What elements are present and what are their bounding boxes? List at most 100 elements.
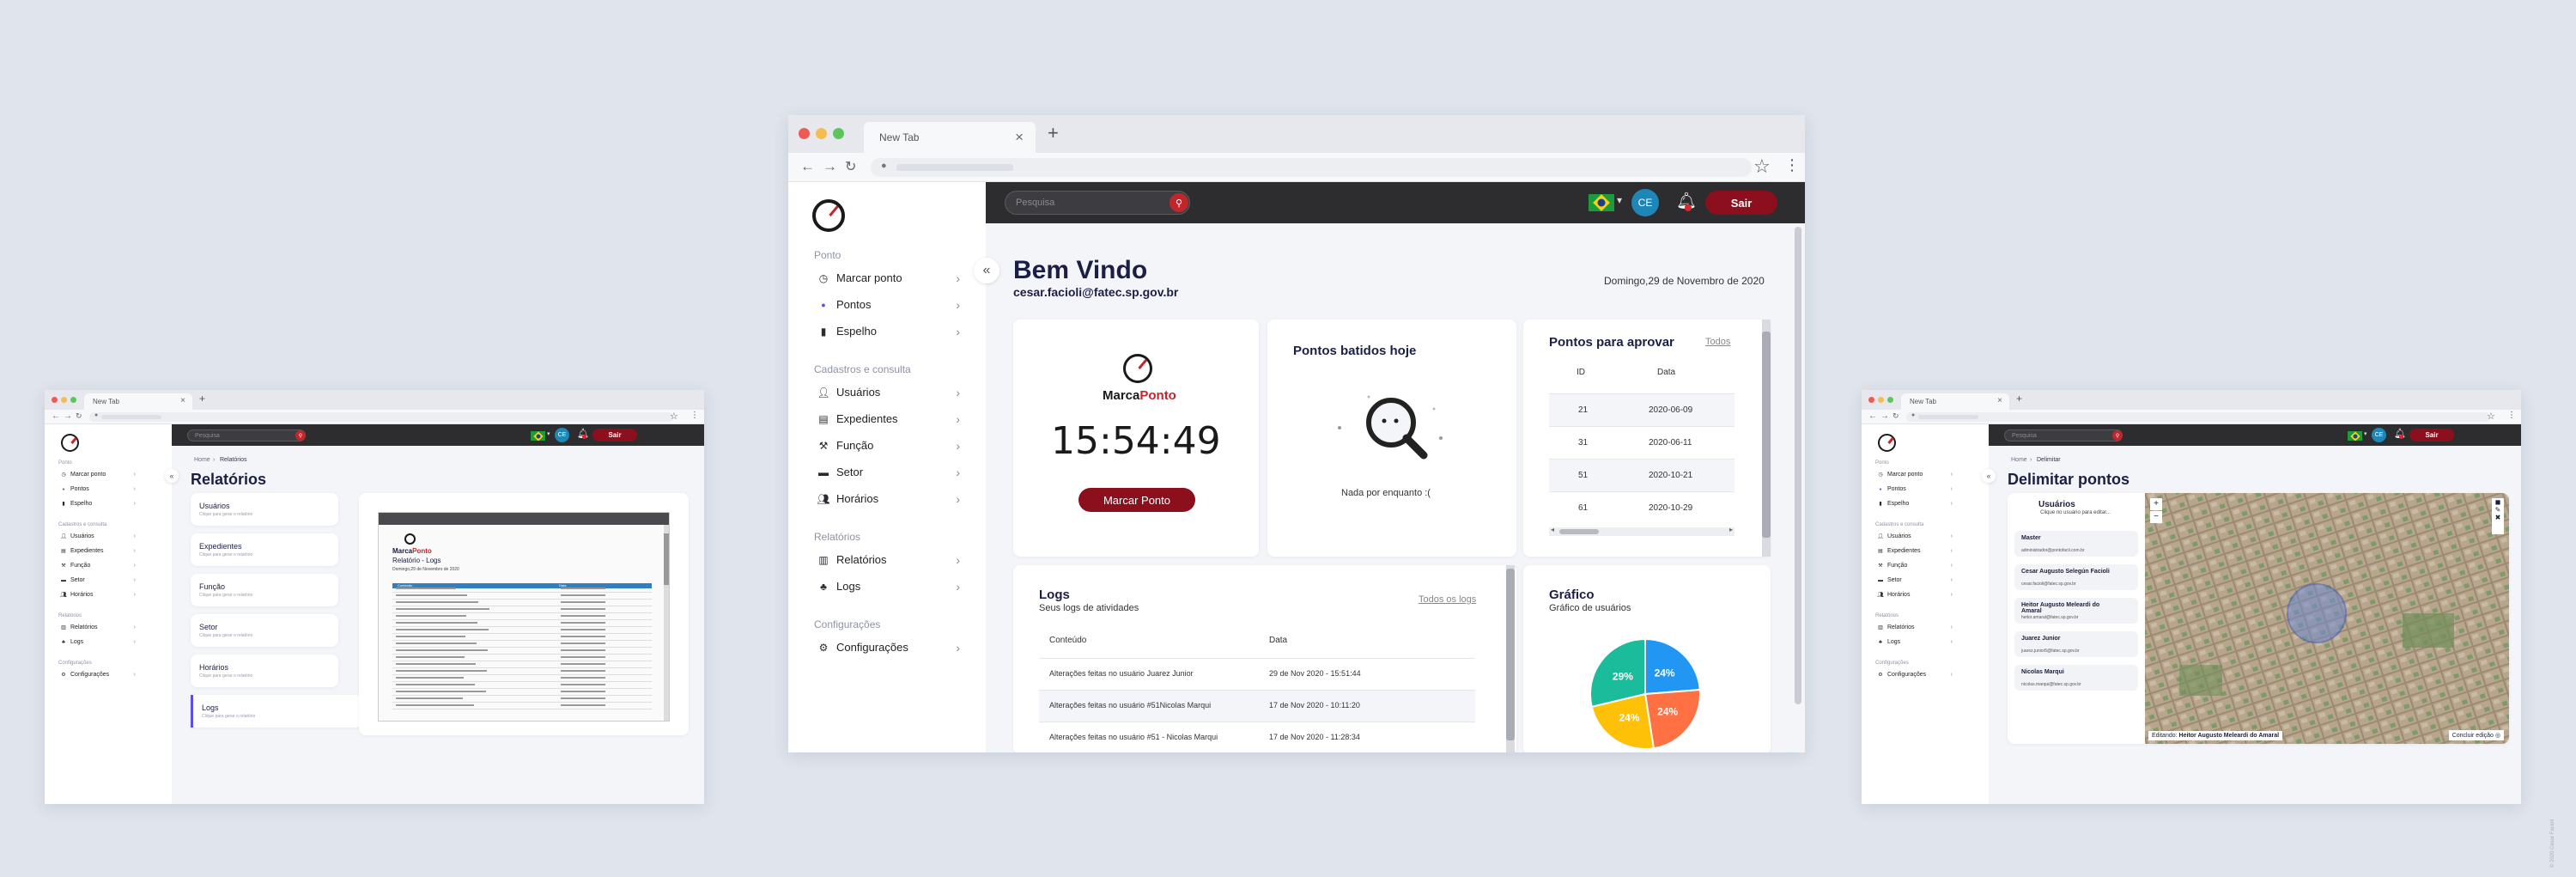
user-list-item[interactable]: Nicolas Marqui nicolas.marqui@fatec.sp.go…: [2014, 665, 2138, 691]
breadcrumb-home[interactable]: Home: [2011, 457, 2027, 463]
user-avatar[interactable]: CE: [2372, 428, 2386, 442]
logout-button[interactable]: Sair: [2409, 429, 2454, 442]
bell-icon[interactable]: 🔔︎: [2394, 428, 2406, 439]
report-item-setor[interactable]: Setor Clique para gerar o relatório: [191, 614, 338, 647]
bookmark-star-icon[interactable]: ☆: [2487, 411, 2495, 422]
breadcrumb-home[interactable]: Home: [194, 457, 210, 463]
report-item-logs[interactable]: Logs Clique para gerar o relatório: [191, 695, 362, 728]
report-item-expedientes[interactable]: Expedientes Clique para gerar o relatório: [191, 533, 338, 566]
sidebar-item-configuraes[interactable]: ⚙ Configurações ›: [1875, 672, 1953, 678]
app-logo-icon[interactable]: [1878, 434, 1896, 452]
sidebar-item-horrios[interactable]: 👥︎ Horários ›: [1875, 592, 1953, 598]
address-bar[interactable]: ●: [89, 412, 673, 422]
mark-point-button[interactable]: Marcar Ponto: [1078, 488, 1195, 512]
address-bar[interactable]: ●: [1906, 412, 2490, 422]
logout-button[interactable]: Sair: [592, 429, 637, 442]
browser-tab[interactable]: New Tab ×: [84, 393, 192, 410]
sidebar-item-pontos[interactable]: ● Pontos ›: [58, 486, 136, 492]
close-window-button[interactable]: [1868, 397, 1874, 403]
sidebar-item-espelho[interactable]: ▮ Espelho ›: [58, 501, 136, 507]
maximize-window-button[interactable]: [1887, 397, 1893, 403]
report-item-horrios[interactable]: Horários Clique para gerar o relatório: [191, 655, 338, 687]
logs-v-scrollbar[interactable]: [1506, 565, 1515, 752]
sidebar-item-funo[interactable]: ⚒ Função ›: [1875, 563, 1953, 569]
new-tab-button[interactable]: +: [2016, 393, 2022, 405]
app-logo-icon[interactable]: [812, 199, 845, 232]
reload-icon[interactable]: ↻: [1893, 411, 1899, 421]
logs-all-link[interactable]: Todos os logs: [1419, 594, 1476, 605]
collapse-sidebar-button[interactable]: «: [165, 469, 179, 483]
preview-scrollbar[interactable]: [664, 525, 669, 721]
search-button[interactable]: ⚲: [295, 430, 306, 441]
minimize-window-button[interactable]: [61, 397, 67, 403]
brazil-flag-icon[interactable]: [2348, 431, 2362, 441]
report-item-usurios[interactable]: Usuários Clique para gerar o relatório: [191, 493, 338, 526]
sidebar-item-relatrios[interactable]: ▥ Relatórios ›: [58, 624, 136, 630]
user-list-item[interactable]: Heitor Augusto Meleardi do Amaral heitor.…: [2014, 598, 2138, 624]
approve-table-row[interactable]: 31 2020-06-11: [1549, 426, 1735, 459]
close-tab-icon[interactable]: ×: [1997, 396, 2002, 405]
sidebar-item-usurios[interactable]: 👤︎ Usuários ›: [58, 533, 136, 539]
bell-icon[interactable]: 🔔︎: [1676, 191, 1697, 211]
sidebar-item-marcarponto[interactable]: ◷ Marcar ponto ›: [58, 472, 136, 478]
forward-icon[interactable]: →: [64, 411, 72, 421]
close-window-button[interactable]: [799, 128, 810, 139]
report-item-funo[interactable]: Função Clique para gerar o relatório: [191, 574, 338, 606]
search-input[interactable]: Pesquisa: [187, 429, 306, 442]
user-avatar[interactable]: CE: [555, 428, 569, 442]
sidebar-item-setor[interactable]: ▬ Setor ›: [58, 577, 136, 583]
brazil-flag-icon[interactable]: [1589, 194, 1614, 211]
sidebar-item-logs[interactable]: ♣ Logs ›: [814, 580, 960, 594]
sidebar-item-configuraes[interactable]: ⚙ Configurações ›: [814, 641, 960, 655]
sidebar-item-horrios[interactable]: 👥︎ Horários ›: [814, 492, 960, 506]
sidebar-item-configuraes[interactable]: ⚙ Configurações ›: [58, 672, 136, 678]
sidebar-item-funo[interactable]: ⚒ Função ›: [58, 563, 136, 569]
address-bar[interactable]: ●: [871, 158, 1752, 177]
sidebar-item-marcarponto[interactable]: ◷ Marcar ponto ›: [1875, 472, 1953, 478]
browser-menu-icon[interactable]: ⋮: [690, 411, 699, 420]
sidebar-item-espelho[interactable]: ▮ Espelho ›: [814, 325, 960, 338]
close-tab-icon[interactable]: ×: [1015, 129, 1024, 146]
draw-polygon-icon[interactable]: ◼: [2492, 498, 2504, 506]
finish-edit-button[interactable]: Concluir edição ◎: [2448, 730, 2504, 740]
main-scrollbar[interactable]: [1795, 227, 1801, 704]
approve-table-row[interactable]: 21 2020-06-09: [1549, 393, 1735, 426]
back-icon[interactable]: ←: [800, 158, 815, 175]
browser-tab[interactable]: New Tab ×: [1901, 393, 2009, 410]
logout-button[interactable]: Sair: [1705, 191, 1777, 215]
user-list-item[interactable]: Cesar Augusto Selegún Facioli cesar.facio…: [2014, 564, 2138, 590]
search-button[interactable]: ⚲: [2112, 430, 2123, 441]
chevron-down-icon[interactable]: ▾: [1617, 194, 1622, 206]
collapse-sidebar-button[interactable]: «: [974, 258, 999, 283]
sidebar-item-relatrios[interactable]: ▥ Relatórios ›: [814, 553, 960, 567]
sidebar-item-usurios[interactable]: 👤︎ Usuários ›: [1875, 533, 1953, 539]
map-zoom-in-button[interactable]: +: [2150, 498, 2162, 510]
minimize-window-button[interactable]: [816, 128, 827, 139]
sidebar-item-expedientes[interactable]: ▤ Expedientes ›: [814, 412, 960, 426]
sidebar-item-expedientes[interactable]: ▤ Expedientes ›: [1875, 548, 1953, 554]
map-tool-buttons[interactable]: ◼ ✎ ✖: [2492, 498, 2504, 534]
search-input[interactable]: Pesquisa: [2004, 429, 2123, 442]
map-zoom-out-button[interactable]: −: [2150, 511, 2162, 523]
bell-icon[interactable]: 🔔︎: [577, 428, 589, 439]
search-button[interactable]: ⚲: [1170, 193, 1188, 212]
collapse-sidebar-button[interactable]: «: [1982, 469, 1996, 483]
chevron-down-icon[interactable]: ▾: [547, 430, 550, 437]
approve-table-row[interactable]: 61 2020-10-29: [1549, 491, 1735, 524]
close-tab-icon[interactable]: ×: [180, 396, 185, 405]
sidebar-item-pontos[interactable]: ● Pontos ›: [814, 298, 960, 312]
sidebar-item-setor[interactable]: ▬ Setor ›: [814, 466, 960, 479]
sidebar-item-logs[interactable]: ♣ Logs ›: [1875, 639, 1953, 645]
delete-icon[interactable]: ✖: [2492, 514, 2504, 521]
approve-v-scrollbar[interactable]: [1762, 320, 1771, 557]
approve-table-row[interactable]: 51 2020-10-21: [1549, 459, 1735, 491]
sidebar-item-espelho[interactable]: ▮ Espelho ›: [1875, 501, 1953, 507]
user-list-item[interactable]: Master administrador@pontofacil.com.br: [2014, 531, 2138, 557]
search-input[interactable]: Pesquisa: [1005, 191, 1190, 215]
chevron-down-icon[interactable]: ▾: [2364, 430, 2367, 437]
browser-tab[interactable]: New Tab ×: [864, 122, 1036, 153]
sidebar-item-pontos[interactable]: ● Pontos ›: [1875, 486, 1953, 492]
user-avatar[interactable]: CE: [1631, 189, 1659, 216]
reload-icon[interactable]: ↻: [76, 411, 82, 421]
back-icon[interactable]: ←: [1868, 411, 1877, 421]
